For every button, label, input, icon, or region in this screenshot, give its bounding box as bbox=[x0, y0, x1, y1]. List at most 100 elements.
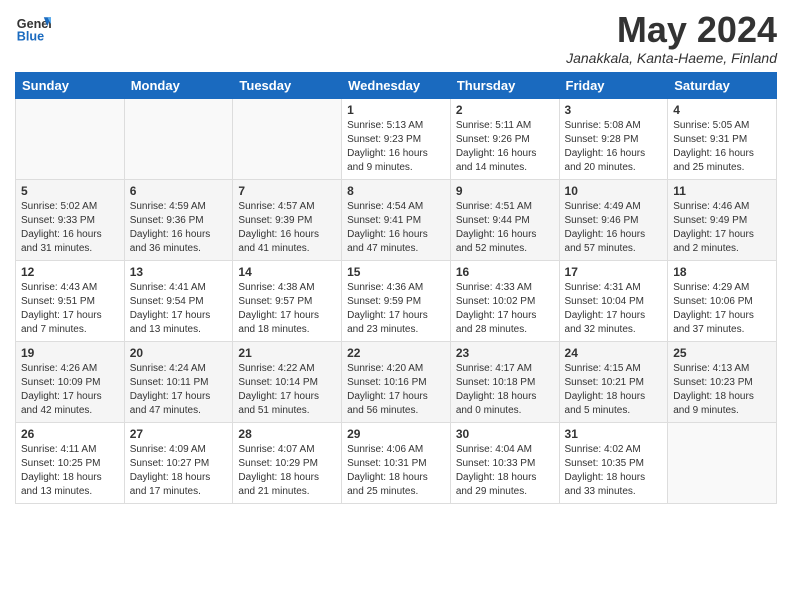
calendar-cell: 3 Sunrise: 5:08 AMSunset: 9:28 PMDaylight… bbox=[559, 98, 668, 179]
calendar-week-row: 19 Sunrise: 4:26 AMSunset: 10:09 PMDaylig… bbox=[16, 341, 777, 422]
day-number: 22 bbox=[347, 346, 445, 360]
day-info: Sunrise: 4:38 AMSunset: 9:57 PMDaylight:… bbox=[238, 281, 336, 337]
day-info: Sunrise: 4:09 AMSunset: 10:27 PMDaylight… bbox=[130, 443, 228, 499]
day-info: Sunrise: 5:13 AMSunset: 9:23 PMDaylight:… bbox=[347, 119, 445, 175]
day-number: 21 bbox=[238, 346, 336, 360]
day-info: Sunrise: 5:05 AMSunset: 9:31 PMDaylight:… bbox=[673, 119, 771, 175]
day-number: 31 bbox=[565, 427, 663, 441]
calendar-cell bbox=[233, 98, 342, 179]
day-number: 1 bbox=[347, 103, 445, 117]
col-header-saturday: Saturday bbox=[668, 72, 777, 98]
day-number: 6 bbox=[130, 184, 228, 198]
day-info: Sunrise: 5:02 AMSunset: 9:33 PMDaylight:… bbox=[21, 200, 119, 256]
day-number: 8 bbox=[347, 184, 445, 198]
calendar-cell: 11Sunrise: 4:46 AMSunset: 9:49 PMDayligh… bbox=[668, 179, 777, 260]
calendar-week-row: 1 Sunrise: 5:13 AMSunset: 9:23 PMDaylight… bbox=[16, 98, 777, 179]
day-info: Sunrise: 4:06 AMSunset: 10:31 PMDaylight… bbox=[347, 443, 445, 499]
day-info: Sunrise: 4:59 AMSunset: 9:36 PMDaylight:… bbox=[130, 200, 228, 256]
day-info: Sunrise: 4:29 AMSunset: 10:06 PMDaylight… bbox=[673, 281, 771, 337]
day-number: 5 bbox=[21, 184, 119, 198]
day-number: 14 bbox=[238, 265, 336, 279]
day-info: Sunrise: 4:51 AMSunset: 9:44 PMDaylight:… bbox=[456, 200, 554, 256]
calendar-cell: 22 Sunrise: 4:20 AMSunset: 10:16 PMDaylig… bbox=[342, 341, 451, 422]
day-info: Sunrise: 4:02 AMSunset: 10:35 PMDaylight… bbox=[565, 443, 663, 499]
calendar-cell: 17 Sunrise: 4:31 AMSunset: 10:04 PMDaylig… bbox=[559, 260, 668, 341]
day-number: 13 bbox=[130, 265, 228, 279]
calendar-cell: 8 Sunrise: 4:54 AMSunset: 9:41 PMDaylight… bbox=[342, 179, 451, 260]
day-info: Sunrise: 4:36 AMSunset: 9:59 PMDaylight:… bbox=[347, 281, 445, 337]
day-info: Sunrise: 4:31 AMSunset: 10:04 PMDaylight… bbox=[565, 281, 663, 337]
calendar-week-row: 26 Sunrise: 4:11 AMSunset: 10:25 PMDaylig… bbox=[16, 422, 777, 503]
calendar-header-row: SundayMondayTuesdayWednesdayThursdayFrid… bbox=[16, 72, 777, 98]
day-number: 18 bbox=[673, 265, 771, 279]
calendar-cell: 24 Sunrise: 4:15 AMSunset: 10:21 PMDaylig… bbox=[559, 341, 668, 422]
day-number: 10 bbox=[565, 184, 663, 198]
day-number: 15 bbox=[347, 265, 445, 279]
day-info: Sunrise: 5:08 AMSunset: 9:28 PMDaylight:… bbox=[565, 119, 663, 175]
day-info: Sunrise: 4:20 AMSunset: 10:16 PMDaylight… bbox=[347, 362, 445, 418]
day-number: 23 bbox=[456, 346, 554, 360]
col-header-wednesday: Wednesday bbox=[342, 72, 451, 98]
day-number: 16 bbox=[456, 265, 554, 279]
calendar-cell: 19 Sunrise: 4:26 AMSunset: 10:09 PMDaylig… bbox=[16, 341, 125, 422]
logo: General Blue bbox=[15, 10, 55, 46]
calendar-cell: 21 Sunrise: 4:22 AMSunset: 10:14 PMDaylig… bbox=[233, 341, 342, 422]
col-header-monday: Monday bbox=[124, 72, 233, 98]
calendar-cell bbox=[668, 422, 777, 503]
day-number: 29 bbox=[347, 427, 445, 441]
day-info: Sunrise: 4:17 AMSunset: 10:18 PMDaylight… bbox=[456, 362, 554, 418]
calendar-cell: 4 Sunrise: 5:05 AMSunset: 9:31 PMDaylight… bbox=[668, 98, 777, 179]
day-number: 12 bbox=[21, 265, 119, 279]
location: Janakkala, Kanta-Haeme, Finland bbox=[566, 50, 777, 66]
day-number: 26 bbox=[21, 427, 119, 441]
day-number: 24 bbox=[565, 346, 663, 360]
day-number: 7 bbox=[238, 184, 336, 198]
header: General Blue May 2024 Janakkala, Kanta-H… bbox=[15, 10, 777, 66]
calendar-cell: 28Sunrise: 4:07 AMSunset: 10:29 PMDaylig… bbox=[233, 422, 342, 503]
day-number: 27 bbox=[130, 427, 228, 441]
calendar-table: SundayMondayTuesdayWednesdayThursdayFrid… bbox=[15, 72, 777, 504]
calendar-cell: 15 Sunrise: 4:36 AMSunset: 9:59 PMDayligh… bbox=[342, 260, 451, 341]
logo-icon: General Blue bbox=[15, 10, 51, 46]
day-info: Sunrise: 4:11 AMSunset: 10:25 PMDaylight… bbox=[21, 443, 119, 499]
day-number: 4 bbox=[673, 103, 771, 117]
day-number: 19 bbox=[21, 346, 119, 360]
calendar-cell: 30Sunrise: 4:04 AMSunset: 10:33 PMDaylig… bbox=[450, 422, 559, 503]
day-number: 30 bbox=[456, 427, 554, 441]
calendar-cell: 12 Sunrise: 4:43 AMSunset: 9:51 PMDayligh… bbox=[16, 260, 125, 341]
day-number: 28 bbox=[238, 427, 336, 441]
calendar-cell bbox=[16, 98, 125, 179]
day-number: 17 bbox=[565, 265, 663, 279]
day-number: 2 bbox=[456, 103, 554, 117]
calendar-cell: 13 Sunrise: 4:41 AMSunset: 9:54 PMDayligh… bbox=[124, 260, 233, 341]
calendar-cell: 2 Sunrise: 5:11 AMSunset: 9:26 PMDaylight… bbox=[450, 98, 559, 179]
calendar-cell: 18 Sunrise: 4:29 AMSunset: 10:06 PMDaylig… bbox=[668, 260, 777, 341]
calendar-cell: 7Sunrise: 4:57 AMSunset: 9:39 PMDaylight… bbox=[233, 179, 342, 260]
calendar-cell: 27 Sunrise: 4:09 AMSunset: 10:27 PMDaylig… bbox=[124, 422, 233, 503]
day-number: 3 bbox=[565, 103, 663, 117]
calendar-cell: 10 Sunrise: 4:49 AMSunset: 9:46 PMDayligh… bbox=[559, 179, 668, 260]
day-number: 9 bbox=[456, 184, 554, 198]
day-info: Sunrise: 4:41 AMSunset: 9:54 PMDaylight:… bbox=[130, 281, 228, 337]
calendar-cell: 29 Sunrise: 4:06 AMSunset: 10:31 PMDaylig… bbox=[342, 422, 451, 503]
calendar-cell: 1 Sunrise: 5:13 AMSunset: 9:23 PMDaylight… bbox=[342, 98, 451, 179]
col-header-sunday: Sunday bbox=[16, 72, 125, 98]
title-block: May 2024 Janakkala, Kanta-Haeme, Finland bbox=[566, 10, 777, 66]
calendar-cell: 23 Sunrise: 4:17 AMSunset: 10:18 PMDaylig… bbox=[450, 341, 559, 422]
col-header-friday: Friday bbox=[559, 72, 668, 98]
day-info: Sunrise: 4:43 AMSunset: 9:51 PMDaylight:… bbox=[21, 281, 119, 337]
svg-text:Blue: Blue bbox=[17, 30, 44, 44]
day-number: 11 bbox=[673, 184, 771, 198]
day-info: Sunrise: 4:49 AMSunset: 9:46 PMDaylight:… bbox=[565, 200, 663, 256]
calendar-cell: 14 Sunrise: 4:38 AMSunset: 9:57 PMDayligh… bbox=[233, 260, 342, 341]
day-info: Sunrise: 5:11 AMSunset: 9:26 PMDaylight:… bbox=[456, 119, 554, 175]
col-header-thursday: Thursday bbox=[450, 72, 559, 98]
calendar-cell: 9 Sunrise: 4:51 AMSunset: 9:44 PMDaylight… bbox=[450, 179, 559, 260]
day-info: Sunrise: 4:15 AMSunset: 10:21 PMDaylight… bbox=[565, 362, 663, 418]
day-info: Sunrise: 4:54 AMSunset: 9:41 PMDaylight:… bbox=[347, 200, 445, 256]
calendar-cell: 16Sunrise: 4:33 AMSunset: 10:02 PMDaylig… bbox=[450, 260, 559, 341]
calendar-cell: 26 Sunrise: 4:11 AMSunset: 10:25 PMDaylig… bbox=[16, 422, 125, 503]
col-header-tuesday: Tuesday bbox=[233, 72, 342, 98]
day-info: Sunrise: 4:22 AMSunset: 10:14 PMDaylight… bbox=[238, 362, 336, 418]
day-info: Sunrise: 4:26 AMSunset: 10:09 PMDaylight… bbox=[21, 362, 119, 418]
